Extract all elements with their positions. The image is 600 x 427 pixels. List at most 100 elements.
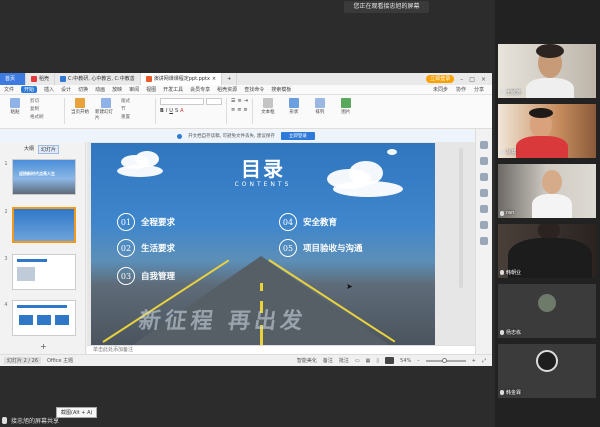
tab-outline[interactable]: 大纲 xyxy=(24,145,34,154)
normal-view-icon[interactable]: ▭ xyxy=(355,358,360,364)
underline-button[interactable]: U xyxy=(169,108,173,114)
slide-scrollbar[interactable] xyxy=(459,148,463,288)
mic-icon xyxy=(500,150,504,155)
font-size-field[interactable] xyxy=(206,98,222,105)
menu-find-command[interactable]: 查找命令 xyxy=(244,86,264,93)
format-painter-button[interactable]: 格式刷 xyxy=(30,114,60,120)
menu-slideshow[interactable]: 放映 xyxy=(112,86,122,93)
sync-status[interactable]: 未同步 xyxy=(433,86,448,93)
tab-close-icon[interactable]: × xyxy=(212,73,216,85)
zoom-thumb[interactable] xyxy=(441,357,447,363)
picture-label: 图片 xyxy=(341,110,351,115)
shape-label: 形状 xyxy=(289,110,299,115)
close-icon[interactable]: × xyxy=(481,76,486,83)
menu-file[interactable]: 文件 xyxy=(4,86,14,93)
slide-thumb-3[interactable]: 3 xyxy=(0,254,86,290)
tab-doc[interactable]: C:中教研, 心中教言, C:中教善 xyxy=(55,73,141,85)
indent-icon[interactable]: ⇥ xyxy=(244,98,248,104)
picture-button[interactable]: 图片 xyxy=(335,98,357,115)
transition-icon[interactable] xyxy=(480,173,488,181)
arrange-button[interactable]: 排列 xyxy=(309,98,331,115)
menu-review[interactable]: 审阅 xyxy=(129,86,139,93)
collab-button[interactable]: 协作 xyxy=(456,86,466,93)
participant-tile-2[interactable]: 孙慧 xyxy=(498,104,596,158)
align-center-icon[interactable]: ≡ xyxy=(237,107,241,113)
sorter-view-icon[interactable]: ▦ xyxy=(366,358,371,364)
menu-start[interactable]: 开始 xyxy=(21,86,38,93)
font-name-field[interactable] xyxy=(160,98,204,105)
mic-icon[interactable] xyxy=(2,417,7,424)
tab-dake[interactable]: 稻壳 xyxy=(26,73,56,85)
current-slide[interactable]: 目录 CONTENTS 01 全程要求 02 生活要求 03 自我管理 04 安… xyxy=(91,143,435,346)
shape-button[interactable]: 形状 xyxy=(283,98,305,115)
reset-button[interactable]: 重置 xyxy=(121,114,151,120)
tab-slides[interactable]: 幻灯片 xyxy=(38,145,60,154)
comment-toggle[interactable]: 批注 xyxy=(339,357,349,364)
add-slide-icon[interactable]: + xyxy=(40,342,47,351)
mic-icon xyxy=(500,270,504,275)
participant-tile-6[interactable]: 韩金霖 xyxy=(498,344,596,398)
strike-button[interactable]: S xyxy=(175,108,178,114)
template-icon[interactable] xyxy=(480,189,488,197)
bold-button[interactable]: B xyxy=(160,108,164,114)
copy-button[interactable]: 复制 xyxy=(30,106,60,112)
from-current-button[interactable]: 当页开始 xyxy=(69,98,91,115)
textbox-button[interactable]: 文本框 xyxy=(257,98,279,115)
backup-icon[interactable] xyxy=(480,205,488,213)
share-button[interactable]: 分享 xyxy=(474,86,484,93)
share-icon[interactable] xyxy=(480,221,488,229)
align-left-icon[interactable]: ≡ xyxy=(231,107,235,113)
italic-button[interactable]: I xyxy=(166,108,167,114)
menu-view[interactable]: 视图 xyxy=(146,86,156,93)
shared-screen[interactable]: 首页 稻壳 C:中教研, 心中教言, C:中教善 演讲网课课程定ppt.pptx… xyxy=(0,73,492,366)
notice-login-button[interactable]: 立即登录 xyxy=(280,132,315,140)
menu-developer[interactable]: 开发工具 xyxy=(163,86,183,93)
fit-window-icon[interactable]: ⤢ xyxy=(482,358,486,364)
slide-number: 4 xyxy=(4,302,8,308)
slide-thumb-4[interactable]: 4 xyxy=(0,300,86,336)
menu-design[interactable]: 设计 xyxy=(61,86,71,93)
toc-item-5: 05 项目验收与沟通 xyxy=(279,239,363,257)
new-slide-button[interactable]: 新建幻灯片 xyxy=(95,98,117,121)
share-label: 接忠旭的屏幕共享 xyxy=(11,418,60,425)
section-button[interactable]: 节 xyxy=(121,106,151,112)
zoom-out-icon[interactable]: – xyxy=(417,358,420,364)
notes-toggle[interactable]: 备注 xyxy=(323,357,333,364)
number-list-icon[interactable]: ≡ xyxy=(237,98,241,104)
zoom-slider[interactable] xyxy=(425,357,466,363)
bullet-list-icon[interactable]: ☰ xyxy=(231,98,235,104)
slide-editor[interactable]: 目录 CONTENTS 01 全程要求 02 生活要求 03 自我管理 04 安… xyxy=(87,142,475,354)
participant-tile-5[interactable]: 杨忠栋 xyxy=(498,284,596,338)
align-right-icon[interactable]: ≡ xyxy=(243,107,247,113)
menu-vip[interactable]: 会员专享 xyxy=(190,86,210,93)
play-slideshow-button[interactable] xyxy=(385,357,395,364)
login-button[interactable]: 立即登录 xyxy=(426,75,455,83)
menu-dake[interactable]: 稻壳资源 xyxy=(217,86,237,93)
reading-view-icon[interactable]: ▯ xyxy=(376,358,379,364)
menu-animation[interactable]: 动画 xyxy=(95,86,105,93)
layout-button[interactable]: 版式 xyxy=(121,98,151,104)
new-tab-button[interactable]: + xyxy=(222,73,238,85)
minimize-icon[interactable]: – xyxy=(460,76,463,83)
participant-tile-3[interactable]: ran xyxy=(498,164,596,218)
maximize-icon[interactable]: □ xyxy=(469,76,475,83)
cut-button[interactable]: 剪切 xyxy=(30,98,60,104)
settings-icon[interactable] xyxy=(480,237,488,245)
participant-tile-4[interactable]: 韩朝业 xyxy=(498,224,596,278)
notes-field[interactable]: 单击此处添加备注 xyxy=(87,345,475,354)
participant-tile-1[interactable]: 王敏芳 xyxy=(498,44,596,98)
smart-beautify-button[interactable]: 智能美化 xyxy=(297,357,317,364)
property-icon[interactable] xyxy=(480,141,488,149)
menu-search-template[interactable]: 搜索模板 xyxy=(271,86,291,93)
tab-ppt[interactable]: 演讲网课课程定ppt.pptx × xyxy=(140,73,223,85)
zoom-in-icon[interactable]: + xyxy=(472,358,476,364)
tab-home[interactable]: 首页 xyxy=(0,73,26,85)
menu-insert[interactable]: 插入 xyxy=(44,86,54,93)
animation-icon[interactable] xyxy=(480,157,488,165)
slide-number: 2 xyxy=(4,209,8,215)
font-color-button[interactable]: A xyxy=(180,108,183,114)
slide-thumb-1[interactable]: 1 迎接新时代点亮人生 xyxy=(0,159,86,195)
slide-thumb-2[interactable]: 2 xyxy=(0,207,86,243)
paste-button[interactable]: 粘贴 xyxy=(4,98,26,115)
menu-transition[interactable]: 切换 xyxy=(78,86,88,93)
